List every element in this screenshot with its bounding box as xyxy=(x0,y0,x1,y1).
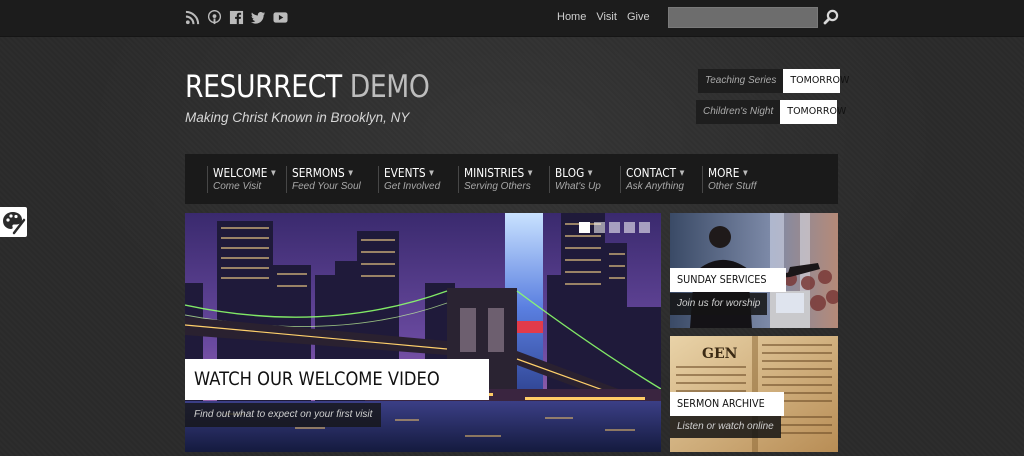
top-link-home[interactable]: Home xyxy=(557,11,586,23)
book-heading: GEN xyxy=(702,346,738,362)
slider-dot[interactable] xyxy=(594,222,605,233)
social-icons xyxy=(185,10,288,25)
logo-text-primary: RESURRECT xyxy=(185,69,342,105)
logo-text-secondary: DEMO xyxy=(349,69,430,105)
chevron-down-icon: ▼ xyxy=(527,169,533,177)
nav-item-sermons[interactable]: SERMONS ▼ Feed Your Soul xyxy=(286,166,361,193)
sermon-archive-box[interactable]: GEN SERMON ARCHIVE Listen or watch onlin… xyxy=(670,336,838,452)
event-date: TOMORROW xyxy=(783,69,849,93)
slider-dot[interactable] xyxy=(609,222,620,233)
nav-item-blog[interactable]: BLOG ▼ What's Up xyxy=(549,166,601,193)
top-link-give[interactable]: Give xyxy=(627,11,650,23)
chevron-down-icon: ▼ xyxy=(742,169,748,177)
facebook-icon[interactable] xyxy=(229,10,244,25)
rss-icon[interactable] xyxy=(185,10,200,25)
style-switcher-toggle[interactable] xyxy=(0,207,27,237)
chevron-down-icon: ▼ xyxy=(679,169,685,177)
nav-title: MINISTRIES xyxy=(464,166,525,180)
nav-subtitle: Ask Anything xyxy=(626,181,684,192)
nav-subtitle: Get Involved xyxy=(384,181,441,192)
slide-title[interactable]: WATCH OUR WELCOME VIDEO xyxy=(185,359,489,400)
podcast-icon[interactable] xyxy=(207,10,222,25)
search-icon[interactable] xyxy=(823,9,839,25)
sunday-services-box[interactable]: SUNDAY SERVICES Join us for worship xyxy=(670,213,838,328)
event-item[interactable]: Teaching Series TOMORROW xyxy=(698,69,849,93)
box-title: SUNDAY SERVICES xyxy=(670,268,786,292)
nav-title: SERMONS xyxy=(292,166,345,180)
slide-subtitle: Find out what to expect on your first vi… xyxy=(185,403,382,427)
nav-title: EVENTS xyxy=(384,166,426,180)
site-tagline: Making Christ Known in Brooklyn, NY xyxy=(185,110,410,125)
nav-subtitle: What's Up xyxy=(555,181,601,192)
nav-item-welcome[interactable]: WELCOME ▼ Come Visit xyxy=(207,166,284,193)
chevron-down-icon: ▼ xyxy=(429,169,434,177)
slider-dot[interactable] xyxy=(639,222,650,233)
youtube-icon[interactable] xyxy=(273,10,288,25)
nav-title: BLOG xyxy=(555,166,585,180)
slider-pagination xyxy=(579,222,650,233)
main-nav: WELCOME ▼ Come Visit SERMONS ▼ Feed Your S… xyxy=(185,154,838,204)
event-item[interactable]: Children's Night TOMORROW xyxy=(696,100,846,124)
box-subtitle: Listen or watch online xyxy=(670,416,781,438)
box-title: SERMON ARCHIVE xyxy=(670,392,784,416)
nav-subtitle: Other Stuff xyxy=(708,181,757,192)
box-subtitle: Join us for worship xyxy=(670,293,768,315)
search-input[interactable] xyxy=(668,7,818,28)
top-link-visit[interactable]: Visit xyxy=(596,11,617,23)
event-label: Teaching Series xyxy=(698,69,784,93)
slider-dot[interactable] xyxy=(624,222,635,233)
chevron-down-icon: ▼ xyxy=(270,169,276,177)
nav-item-more[interactable]: MORE ▼ Other Stuff xyxy=(702,166,756,193)
nav-item-events[interactable]: EVENTS ▼ Get Involved xyxy=(378,166,441,193)
site-logo[interactable]: RESURRECT DEMO xyxy=(185,68,430,106)
twitter-icon[interactable] xyxy=(251,10,266,25)
hero-slider[interactable]: WATCH OUR WELCOME VIDEO Find out what to… xyxy=(185,213,661,452)
nav-title: CONTACT xyxy=(626,166,677,180)
event-date: TOMORROW xyxy=(780,100,846,124)
chevron-down-icon: ▼ xyxy=(587,169,593,177)
nav-subtitle: Feed Your Soul xyxy=(292,181,361,192)
nav-subtitle: Come Visit xyxy=(213,181,262,192)
event-label: Children's Night xyxy=(696,100,781,124)
nav-title: MORE xyxy=(708,166,740,180)
nav-item-ministries[interactable]: MINISTRIES ▼ Serving Others xyxy=(458,166,542,193)
slider-dot[interactable] xyxy=(579,222,590,233)
chevron-down-icon: ▼ xyxy=(348,169,354,177)
nav-title: WELCOME xyxy=(213,166,268,180)
top-links: Home Visit Give xyxy=(557,11,650,23)
palette-icon xyxy=(3,212,26,235)
nav-item-contact[interactable]: CONTACT ▼ Ask Anything xyxy=(620,166,692,193)
nav-subtitle: Serving Others xyxy=(464,181,531,192)
top-bar: Home Visit Give xyxy=(0,0,1024,37)
